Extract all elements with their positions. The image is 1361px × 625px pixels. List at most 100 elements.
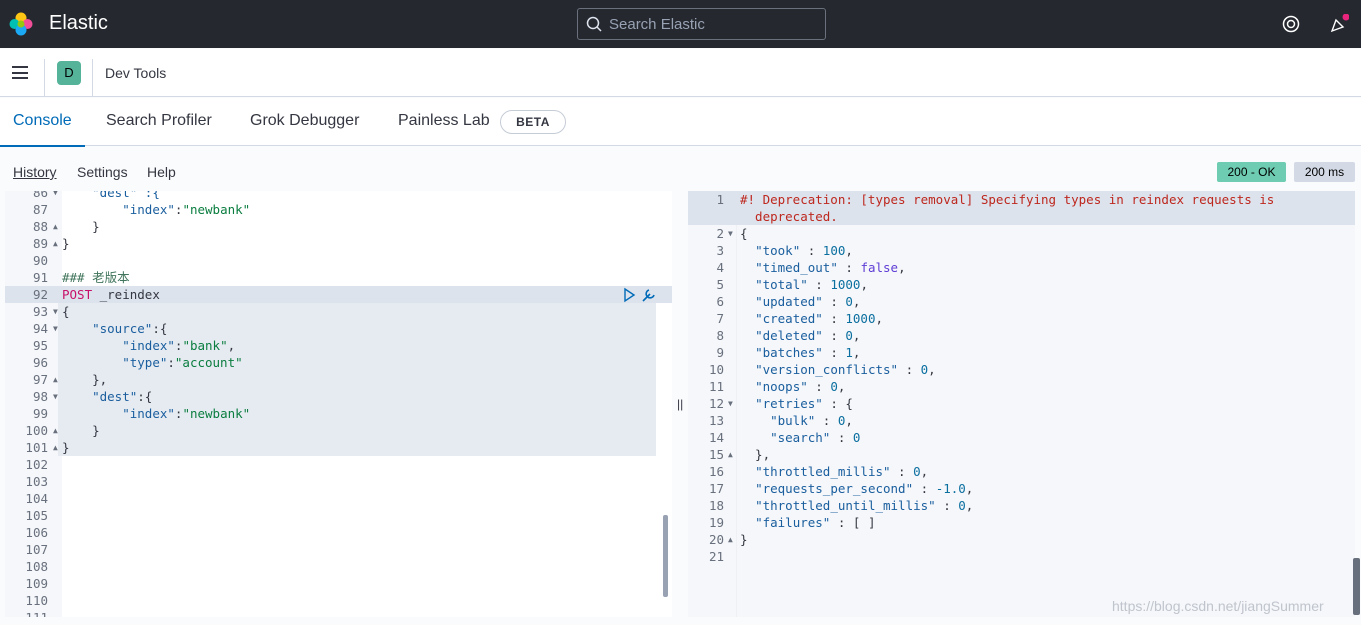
code-line[interactable]: 20 ▲} <box>688 531 1355 548</box>
unfold-icon[interactable]: ▲ <box>53 439 58 456</box>
code-line[interactable]: 87 "index":"newbank" <box>5 201 672 218</box>
fold-icon[interactable]: ▼ <box>53 320 58 337</box>
code-token: : <box>822 345 846 360</box>
code-line[interactable]: 88 ▲ } <box>5 218 672 235</box>
unfold-icon[interactable]: ▲ <box>53 371 58 388</box>
code-line[interactable]: 102 <box>5 456 672 473</box>
code-token: 1000 <box>845 311 876 326</box>
line-number: 110 <box>25 593 48 608</box>
code-line[interactable]: 86 ▼ "dest" :{ <box>5 191 672 201</box>
fold-icon[interactable]: ▼ <box>728 395 733 412</box>
settings-link[interactable]: Settings <box>77 164 128 180</box>
code-line[interactable]: 90 <box>5 252 672 269</box>
code-line[interactable]: 98 ▼ "dest":{ <box>5 388 672 405</box>
fold-icon[interactable]: ▼ <box>53 388 58 405</box>
code-token: "newbank" <box>182 202 251 217</box>
request-scrollbar[interactable] <box>663 515 668 597</box>
code-line[interactable]: 1 #! Deprecation: [types removal] Specify… <box>688 191 1355 208</box>
code-line[interactable]: 94 ▼ "source":{ <box>5 320 672 337</box>
resize-handle[interactable]: || <box>677 397 683 411</box>
code-line[interactable]: 10 "version_conflicts" : 0, <box>688 361 1355 378</box>
code-line[interactable]: 9 "batches" : 1, <box>688 344 1355 361</box>
code-line[interactable]: deprecated. <box>688 208 1355 225</box>
code-line[interactable]: 96 "type":"account" <box>5 354 672 371</box>
code-line[interactable]: 21 <box>688 548 1355 565</box>
menu-icon[interactable] <box>12 66 28 79</box>
code-line[interactable]: 100 ▲ } <box>5 422 672 439</box>
fold-icon[interactable]: ▼ <box>728 225 733 242</box>
code-line[interactable]: 104 <box>5 490 672 507</box>
code-line[interactable]: 8 "deleted" : 0, <box>688 327 1355 344</box>
code-line[interactable]: 19 "failures" : [ ] <box>688 514 1355 531</box>
code-line[interactable]: 99 "index":"newbank" <box>5 405 672 422</box>
code-line[interactable]: 14 "search" : 0 <box>688 429 1355 446</box>
tab-grok-debugger[interactable]: Grok Debugger <box>250 112 359 130</box>
code-token: "bank" <box>182 338 228 353</box>
code-line[interactable]: 97 ▲ }, <box>5 371 672 388</box>
history-link[interactable]: History <box>13 164 57 180</box>
unfold-icon[interactable]: ▲ <box>53 218 58 235</box>
search-input[interactable]: Search Elastic <box>577 8 826 40</box>
code-line[interactable]: 15 ▲ }, <box>688 446 1355 463</box>
response-editor[interactable]: 1 #! Deprecation: [types removal] Specify… <box>688 191 1355 617</box>
code-line[interactable]: 12 ▼ "retries" : { <box>688 395 1355 412</box>
code-line[interactable]: 16 "throttled_millis" : 0, <box>688 463 1355 480</box>
code-line[interactable]: 18 "throttled_until_millis" : 0, <box>688 497 1355 514</box>
code-text: "dest":{ <box>62 388 152 405</box>
code-line[interactable]: 107 <box>5 541 672 558</box>
selection-highlight <box>58 371 656 388</box>
code-text: "index":"bank", <box>62 337 235 354</box>
code-line[interactable]: 110 <box>5 592 672 609</box>
fold-icon[interactable]: ▼ <box>53 191 58 201</box>
brand-name[interactable]: Elastic <box>49 12 108 35</box>
tab-console[interactable]: Console <box>0 112 85 147</box>
unfold-icon[interactable]: ▲ <box>53 422 58 439</box>
line-number: 3 <box>716 243 724 258</box>
space-avatar[interactable]: D <box>57 61 81 85</box>
elastic-logo-icon[interactable] <box>9 12 33 36</box>
code-line[interactable]: 106 <box>5 524 672 541</box>
unfold-icon[interactable]: ▲ <box>53 235 58 252</box>
code-line[interactable]: 2 ▼ { <box>688 225 1355 242</box>
response-scrollbar[interactable] <box>1353 558 1360 615</box>
code-line[interactable]: 95 "index":"bank", <box>5 337 672 354</box>
tab-painless-lab[interactable]: Painless Lab <box>398 112 490 130</box>
unfold-icon[interactable]: ▲ <box>728 446 733 463</box>
help-link[interactable]: Help <box>147 164 176 180</box>
code-line[interactable]: 109 <box>5 575 672 592</box>
code-line[interactable]: 111 <box>5 609 672 617</box>
help-icon[interactable] <box>1281 14 1301 34</box>
unfold-icon[interactable]: ▲ <box>728 531 733 548</box>
code-line[interactable]: 91 ### 老版本 <box>5 269 672 286</box>
code-token: "index" <box>122 406 175 421</box>
code-line[interactable]: 105 <box>5 507 672 524</box>
code-token: -1.0 <box>935 481 966 496</box>
code-line[interactable]: 11 "noops" : 0, <box>688 378 1355 395</box>
code-line[interactable]: 92 POST _reindex <box>5 286 672 303</box>
news-feed-icon[interactable] <box>1329 14 1349 34</box>
code-line[interactable]: 108 <box>5 558 672 575</box>
code-line[interactable]: 5 "total" : 1000, <box>688 276 1355 293</box>
code-line[interactable]: 89 ▲} <box>5 235 672 252</box>
request-editor[interactable]: 86 ▼ "dest" :{87 "index":"newbank" 88 ▲ } 89… <box>5 191 672 617</box>
code-token: :{ <box>152 321 168 336</box>
fold-icon[interactable]: ▼ <box>53 303 58 320</box>
tab-search-profiler[interactable]: Search Profiler <box>106 112 212 130</box>
code-line[interactable]: 4 "timed_out" : false, <box>688 259 1355 276</box>
code-line[interactable]: 7 "created" : 1000, <box>688 310 1355 327</box>
code-token: : <box>815 413 838 428</box>
code-line[interactable]: 101 ▲} <box>5 439 672 456</box>
code-line[interactable]: 3 "took" : 100, <box>688 242 1355 259</box>
wrench-icon[interactable] <box>640 286 658 304</box>
code-line[interactable]: 13 "bulk" : 0, <box>688 412 1355 429</box>
line-number: 88 <box>32 219 48 234</box>
code-line[interactable]: 103 <box>5 473 672 490</box>
code-line[interactable]: 6 "updated" : 0, <box>688 293 1355 310</box>
code-text: "updated" : 0, <box>740 293 860 310</box>
send-request-icon[interactable] <box>622 287 636 303</box>
code-line[interactable]: 93 ▼ { <box>5 303 672 320</box>
code-text: "timed_out" : false, <box>740 259 906 276</box>
code-line[interactable]: 17 "requests_per_second" : -1.0, <box>688 480 1355 497</box>
line-number: 104 <box>25 491 48 506</box>
